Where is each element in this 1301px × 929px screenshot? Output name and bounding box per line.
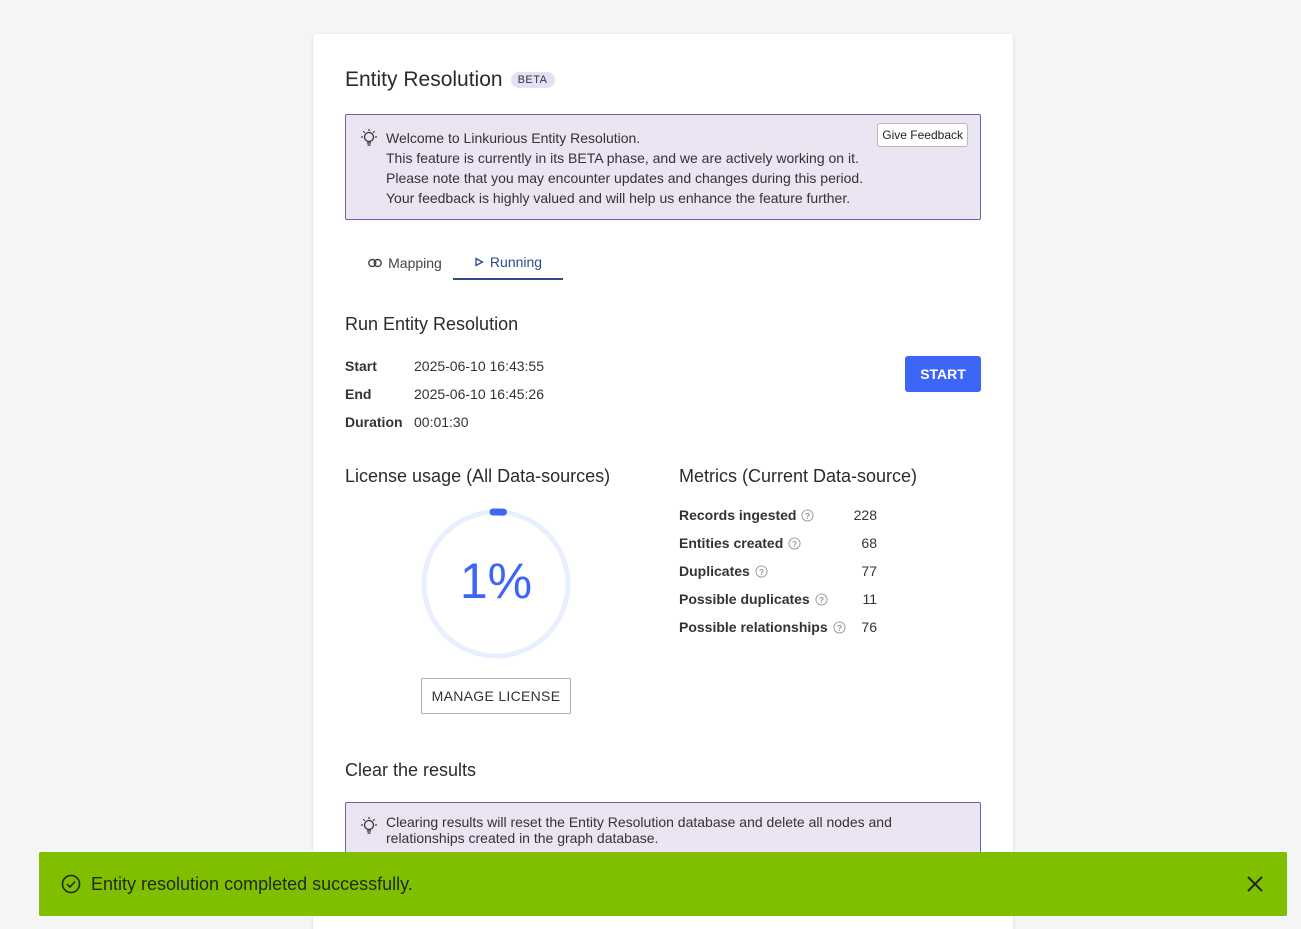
metric-row: Possible duplicates ? 11: [679, 585, 879, 613]
run-value: 00:01:30: [414, 414, 469, 430]
svg-text:?: ?: [805, 510, 810, 520]
tab-mapping[interactable]: Mapping: [345, 246, 465, 280]
run-section-title: Run Entity Resolution: [345, 314, 519, 334]
metric-value: 11: [862, 591, 877, 607]
tab-running[interactable]: Running: [453, 246, 563, 280]
metrics-list: Records ingested ? 228 Entities created …: [679, 501, 879, 641]
svg-text:?: ?: [792, 538, 797, 548]
tab-bar: Mapping Running: [345, 246, 563, 280]
svg-text:?: ?: [837, 622, 842, 632]
help-icon[interactable]: ?: [801, 508, 815, 522]
metric-label: Possible relationships: [679, 619, 828, 635]
metric-label-wrap: Duplicates ?: [679, 563, 768, 579]
help-icon[interactable]: ?: [788, 536, 801, 550]
clear-section-title: Clear the results: [345, 760, 477, 780]
metric-label-wrap: Possible relationships ?: [679, 619, 846, 635]
metric-label: Duplicates: [679, 563, 750, 579]
give-feedback-button[interactable]: Give Feedback: [877, 123, 968, 147]
welcome-line: Your feedback is highly valued and will …: [386, 190, 851, 206]
metric-row: Possible relationships ? 76: [679, 613, 879, 641]
metric-label: Entities created: [679, 535, 784, 551]
manage-license-button[interactable]: MANAGE LICENSE: [421, 678, 571, 714]
welcome-banner: Welcome to Linkurious Entity Resolution.…: [345, 114, 981, 220]
run-row-start: Start 2025-06-10 16:43:55: [345, 352, 544, 380]
run-row-end: End 2025-06-10 16:45:26: [345, 380, 544, 408]
metric-label-wrap: Possible duplicates ?: [679, 591, 828, 607]
metric-value: 77: [861, 563, 877, 579]
start-button[interactable]: START: [905, 356, 981, 392]
lightbulb-icon: [361, 129, 377, 146]
lightbulb-icon: [361, 817, 377, 834]
help-icon[interactable]: ?: [833, 620, 846, 634]
metric-row: Duplicates ? 77: [679, 557, 879, 585]
link-icon: [368, 258, 383, 268]
title-row: Entity Resolution BETA: [345, 68, 555, 92]
run-label: Start: [345, 358, 377, 374]
license-usage-value: 1%: [459, 553, 533, 609]
welcome-text: Welcome to Linkurious Entity Resolution.…: [386, 128, 863, 208]
svg-text:?: ?: [819, 594, 824, 604]
play-icon: [475, 257, 484, 267]
tab-running-label: Running: [489, 254, 543, 270]
metric-value: 68: [861, 535, 877, 551]
entity-resolution-card: Entity Resolution BETA Welcome to Linkur…: [313, 34, 1013, 929]
metric-value: 228: [853, 507, 877, 523]
welcome-line: Welcome to Linkurious Entity Resolution.: [386, 130, 641, 146]
success-toast: Entity resolution completed successfully…: [39, 852, 1287, 916]
metrics-section-title: Metrics (Current Data-source): [679, 466, 918, 486]
metric-label-wrap: Entities created ?: [679, 535, 801, 551]
run-label: Duration: [345, 414, 403, 430]
check-circle-icon: [61, 874, 81, 894]
run-value: 2025-06-10 16:45:26: [414, 386, 544, 402]
tab-mapping-label: Mapping: [388, 255, 442, 271]
toast-message: Entity resolution completed successfully…: [91, 873, 413, 894]
metric-label: Records ingested: [679, 507, 797, 523]
help-icon[interactable]: ?: [815, 592, 828, 606]
run-row-duration: Duration 00:01:30: [345, 408, 544, 436]
metric-label: Possible duplicates: [679, 591, 810, 607]
license-section-title: License usage (All Data-sources): [345, 466, 611, 486]
metric-value: 76: [861, 619, 877, 635]
close-icon[interactable]: [1245, 874, 1265, 894]
clear-info-text: Clearing results will reset the Entity R…: [386, 814, 892, 846]
help-icon[interactable]: ?: [755, 564, 768, 578]
page-title: Entity Resolution: [345, 68, 503, 91]
run-details: Start 2025-06-10 16:43:55 End 2025-06-10…: [345, 352, 544, 436]
metric-label-wrap: Records ingested ?: [679, 507, 815, 523]
welcome-line: Please note that you may encounter updat…: [386, 170, 864, 186]
welcome-line: This feature is currently in its BETA ph…: [386, 150, 859, 166]
beta-badge: BETA: [510, 72, 555, 88]
svg-text:?: ?: [759, 566, 764, 576]
run-value: 2025-06-10 16:43:55: [414, 358, 544, 374]
metric-row: Entities created ? 68: [679, 529, 879, 557]
metric-row: Records ingested ? 228: [679, 501, 879, 529]
run-label: End: [345, 386, 372, 402]
